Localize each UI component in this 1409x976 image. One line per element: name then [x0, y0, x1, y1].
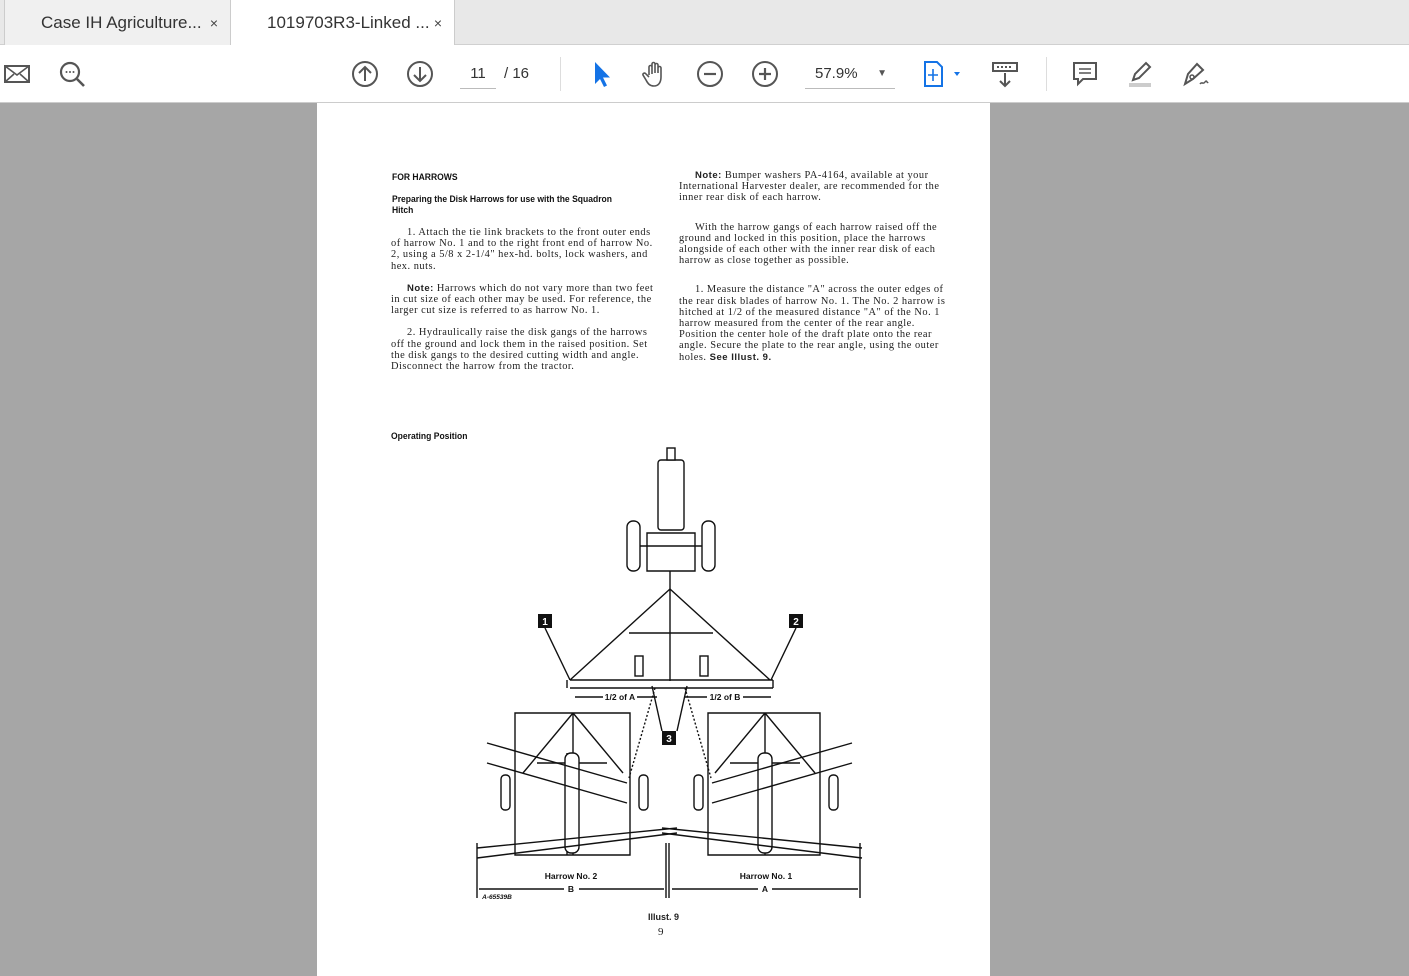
close-icon[interactable]: × [210, 15, 218, 31]
callout-label: 3 [666, 734, 672, 745]
dim-b-label: B [568, 884, 574, 894]
zoom-out-icon[interactable] [693, 57, 727, 91]
divider [1046, 57, 1047, 91]
page-up-icon[interactable] [348, 57, 382, 91]
tab-case-ih[interactable]: Case IH Agriculture... × [4, 0, 230, 45]
sign-icon[interactable] [1178, 57, 1212, 91]
zoom-in-icon[interactable] [748, 57, 782, 91]
mail-icon[interactable] [0, 57, 34, 91]
figure-caption: Illust. 9 [648, 912, 680, 922]
half-a-label: 1/2 of A [605, 692, 635, 702]
hand-icon[interactable] [638, 57, 672, 91]
callout-label: 1 [542, 617, 548, 628]
tractor-wheel-left [626, 520, 641, 572]
toolbar: 11 / 16 57.9% ▼ [0, 45, 1409, 103]
callout-label: 2 [793, 617, 799, 628]
page-down-icon[interactable] [403, 57, 437, 91]
figure-code: A-65539B [481, 894, 512, 901]
zoom-value: 57.9% [815, 65, 858, 82]
tab-1019703r3[interactable]: 1019703R3-Linked ... × [230, 0, 455, 46]
zoom-level-select[interactable]: 57.9% ▼ [805, 59, 895, 89]
divider [560, 57, 561, 91]
highlight-icon[interactable] [1123, 57, 1157, 91]
comment-icon[interactable] [1068, 57, 1102, 91]
scroll-mode-icon[interactable] [988, 57, 1022, 91]
tractor-wheel-right [701, 520, 716, 572]
chevron-down-icon: ▼ [877, 68, 887, 79]
harrow-2-label: Harrow No. 2 [545, 871, 598, 881]
tractor-body [657, 459, 685, 531]
pdf-page: FOR HARROWS Preparing the Disk Harrows f… [317, 103, 990, 976]
harrow-1-label: Harrow No. 1 [740, 871, 793, 881]
page-number-input[interactable]: 11 [460, 59, 496, 89]
half-b-label: 1/2 of B [710, 692, 741, 702]
page-number: 9 [658, 926, 664, 938]
fit-page-icon[interactable] [918, 57, 966, 91]
harrow-hitch-illustration: 1 2 3 1/2 of A 1/2 of B Harrow No. 2 Har… [476, 447, 863, 901]
tab-label: Case IH Agriculture... [41, 12, 202, 32]
page-total: / 16 [504, 65, 530, 82]
search-icon[interactable] [55, 57, 89, 91]
select-cursor-icon[interactable] [583, 57, 617, 91]
close-icon[interactable]: × [434, 15, 442, 31]
tab-bar: Case IH Agriculture... × 1019703R3-Linked… [0, 0, 1409, 46]
dim-a-label: A [762, 884, 768, 894]
tab-label: 1019703R3-Linked ... [267, 13, 430, 32]
